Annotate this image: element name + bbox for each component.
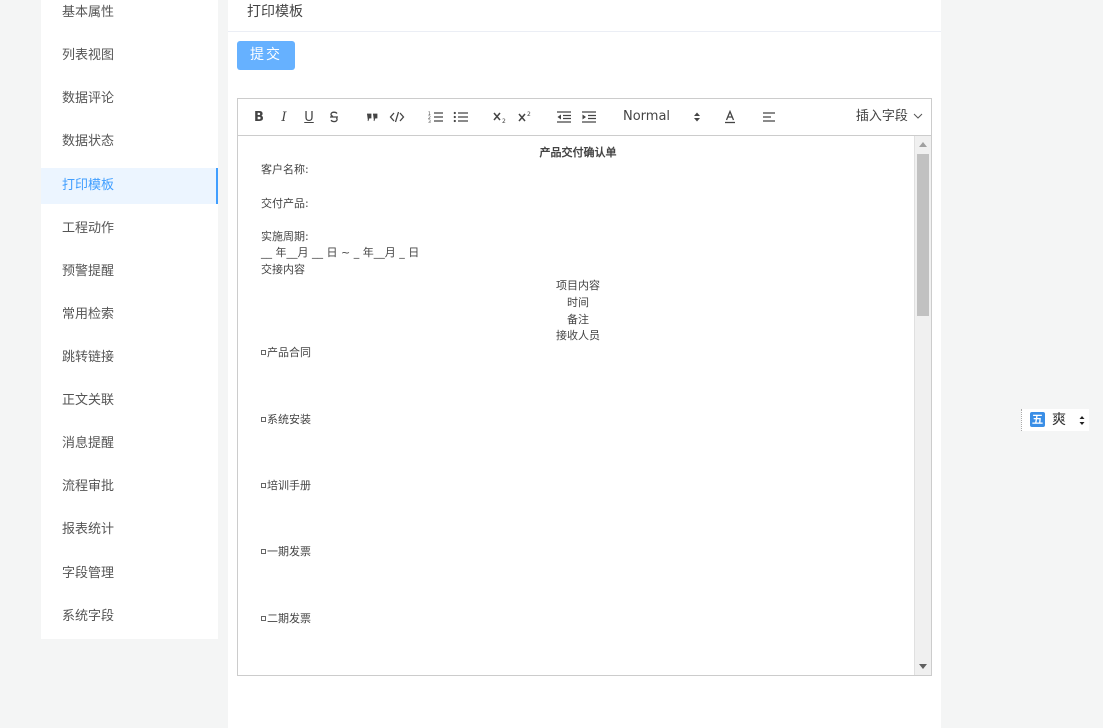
sidebar-item-body-association[interactable]: 正文关联 — [41, 383, 218, 419]
delivered-product-label: 交付产品: — [261, 197, 309, 210]
editor-scrollbar[interactable] — [914, 136, 931, 675]
ordered-list-button[interactable]: 123 — [427, 108, 445, 127]
svg-text:3: 3 — [428, 119, 431, 124]
table-header-receiver: 接收人员 — [556, 329, 600, 342]
document-title: 产品交付确认单 — [539, 146, 617, 159]
sidebar-item-list-view[interactable]: 列表视图 — [41, 38, 218, 74]
outdent-icon — [557, 111, 571, 123]
checkbox-icon — [261, 416, 266, 422]
editor-toolbar: B I U 123 2 2 Normal 插入字段 — [238, 99, 931, 136]
list-item: 一期发票 — [261, 544, 311, 560]
sidebar-item-field-management[interactable]: 字段管理 — [41, 556, 218, 592]
implementation-period-value: __ 年__月 __ 日 ~ _ 年__月 _ 日 — [261, 246, 420, 259]
header-format-select[interactable]: Normal — [623, 107, 701, 127]
handover-content-label: 交接内容 — [261, 263, 305, 276]
blockquote-button[interactable] — [363, 108, 381, 127]
font-color-icon — [725, 110, 735, 124]
table-header-item-content: 项目内容 — [556, 279, 600, 292]
svg-text:2: 2 — [527, 111, 531, 118]
list-item: 二期发票 — [261, 611, 311, 627]
underline-button[interactable]: U — [300, 108, 318, 127]
code-button[interactable] — [388, 108, 406, 127]
select-arrows-icon — [694, 112, 700, 122]
sidebar-item-system-fields[interactable]: 系统字段 — [41, 599, 218, 635]
font-color-button[interactable] — [721, 108, 739, 127]
bullet-list-icon — [453, 111, 468, 123]
quote-icon — [367, 113, 378, 122]
main-panel: 打印模板 提交 B I U 123 2 2 Normal 插入字段 产品交付确认… — [228, 0, 941, 728]
sidebar-item-data-status[interactable]: 数据状态 — [41, 124, 218, 160]
table-header-time: 时间 — [567, 296, 589, 309]
scrollbar-thumb[interactable] — [917, 154, 929, 316]
insert-field-dropdown[interactable]: 插入字段 — [856, 107, 923, 127]
code-icon — [389, 111, 405, 123]
table-header-remarks: 备注 — [567, 313, 589, 326]
scroll-up-arrow-icon[interactable] — [919, 142, 927, 147]
sidebar-item-engineering-actions[interactable]: 工程动作 — [41, 211, 218, 247]
sidebar-item-workflow-approval[interactable]: 流程审批 — [41, 469, 218, 505]
rich-text-editor: B I U 123 2 2 Normal 插入字段 产品交付确认单 客户名称: … — [237, 98, 932, 676]
checkbox-icon — [261, 548, 266, 554]
svg-text:2: 2 — [502, 118, 506, 124]
submit-button[interactable]: 提交 — [237, 41, 295, 70]
ime-wubi-icon[interactable]: 五 — [1030, 412, 1045, 427]
list-item: 系统安装 — [261, 412, 311, 428]
subscript-icon: 2 — [493, 112, 506, 124]
superscript-button[interactable]: 2 — [516, 108, 534, 127]
list-item: 培训手册 — [261, 478, 311, 494]
sidebar-item-print-template[interactable]: 打印模板 — [41, 168, 218, 204]
subscript-button[interactable]: 2 — [491, 108, 509, 127]
align-button[interactable] — [760, 108, 778, 127]
page-title: 打印模板 — [228, 0, 941, 32]
sidebar-item-report-stats[interactable]: 报表统计 — [41, 512, 218, 548]
sidebar-item-common-search[interactable]: 常用检索 — [41, 297, 218, 333]
checkbox-icon — [261, 615, 266, 621]
ordered-list-icon: 123 — [428, 111, 443, 124]
sidebar-item-warning-alerts[interactable]: 预警提醒 — [41, 254, 218, 290]
sidebar-item-data-comments[interactable]: 数据评论 — [41, 81, 218, 117]
bold-button[interactable]: B — [250, 108, 268, 127]
sidebar-item-message-alerts[interactable]: 消息提醒 — [41, 426, 218, 462]
sidebar-nav: 基本属性 列表视图 数据评论 数据状态 打印模板 工程动作 预警提醒 常用检索 … — [41, 0, 218, 639]
sidebar-item-jump-links[interactable]: 跳转链接 — [41, 340, 218, 376]
ime-menu-arrows-icon[interactable] — [1079, 415, 1085, 426]
italic-button[interactable]: I — [275, 108, 293, 127]
sidebar-item-basic-attributes[interactable]: 基本属性 — [41, 0, 218, 31]
strikethrough-button[interactable] — [325, 108, 343, 127]
strike-icon — [330, 111, 338, 123]
editor-content[interactable]: 产品交付确认单 客户名称: 交付产品: 实施周期: __ 年__月 __ 日 ~… — [238, 136, 914, 675]
outdent-button[interactable] — [555, 108, 573, 127]
insert-field-label: 插入字段 — [855, 109, 908, 124]
indent-icon — [582, 111, 596, 123]
list-item: 产品合同 — [261, 345, 311, 361]
superscript-icon: 2 — [518, 111, 531, 122]
customer-name-label: 客户名称: — [261, 163, 309, 176]
ime-status-bar[interactable]: 五 爽 — [1021, 409, 1089, 431]
ime-mode-indicator[interactable]: 爽 — [1052, 411, 1066, 429]
implementation-period-label: 实施周期: — [261, 230, 309, 243]
indent-button[interactable] — [580, 108, 598, 127]
checkbox-icon — [261, 482, 266, 488]
header-format-value: Normal — [623, 109, 671, 124]
bullet-list-button[interactable] — [452, 108, 470, 127]
chevron-down-icon — [913, 113, 923, 119]
checkbox-icon — [261, 349, 266, 355]
align-left-icon — [763, 112, 775, 122]
scroll-down-arrow-icon[interactable] — [919, 664, 927, 669]
